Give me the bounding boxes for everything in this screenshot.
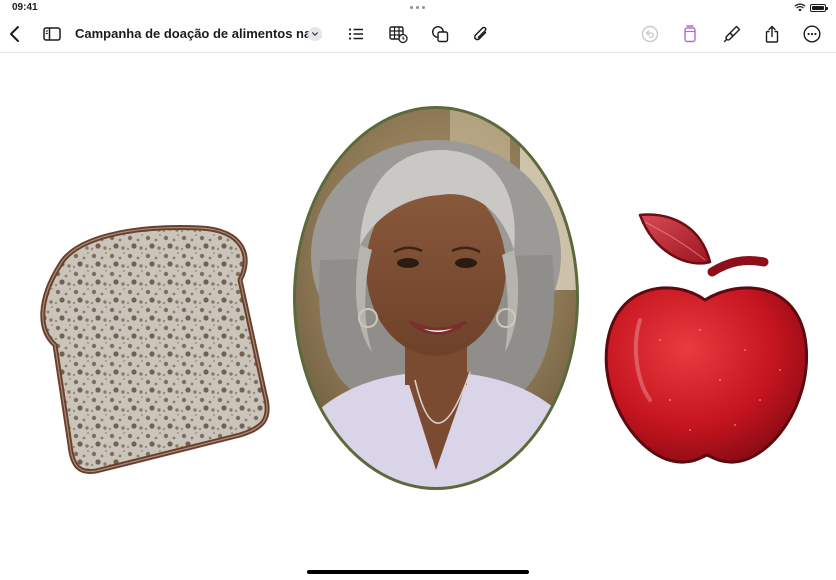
markup-button[interactable] [720, 22, 744, 46]
back-button[interactable] [3, 22, 27, 46]
ellipsis-circle-icon [803, 25, 821, 43]
eraser-icon [684, 25, 696, 43]
document-title[interactable]: Campanha de doação de alimentos na... [75, 26, 322, 41]
wifi-icon [794, 3, 806, 12]
more-button[interactable] [800, 22, 824, 46]
sidebar-button[interactable] [40, 22, 64, 46]
multitasking-dots-icon[interactable] [410, 6, 426, 10]
battery-icon [810, 4, 828, 12]
woman-portrait-oval[interactable] [290, 105, 590, 500]
apple-sticker[interactable] [604, 213, 809, 464]
sidebar-icon [43, 27, 61, 41]
title-menu-button[interactable] [308, 27, 322, 41]
paintbrush-icon [723, 25, 741, 43]
shapes-icon [431, 25, 449, 43]
table-button[interactable] [386, 22, 410, 46]
attach-button[interactable] [469, 22, 493, 46]
paperclip-icon [474, 26, 487, 41]
table-clock-icon [389, 26, 408, 44]
undo-icon [641, 25, 659, 43]
status-time: 09:41 [12, 2, 38, 13]
home-indicator[interactable] [307, 570, 529, 574]
bread-slice-sticker[interactable] [40, 225, 270, 474]
share-button[interactable] [760, 22, 784, 46]
share-icon [765, 25, 779, 43]
eraser-button[interactable] [678, 22, 702, 46]
list-icon [348, 28, 363, 40]
undo-button[interactable] [638, 22, 662, 46]
shapes-button[interactable] [428, 22, 452, 46]
chevron-down-icon [312, 32, 318, 36]
format-list-button[interactable] [344, 22, 368, 46]
chevron-left-icon [10, 26, 19, 42]
canvas[interactable] [0, 53, 836, 580]
toolbar: Campanha de doação de alimentos na... [0, 16, 836, 53]
status-bar: 09:41 [0, 0, 836, 16]
